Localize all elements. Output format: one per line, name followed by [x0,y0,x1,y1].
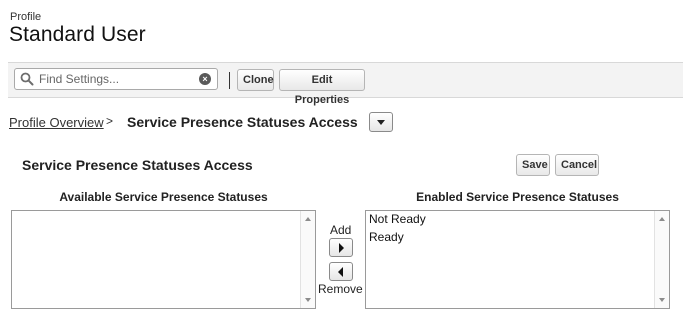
scroll-down-icon[interactable] [305,298,311,302]
toolbar-divider [229,72,230,89]
scrollbar[interactable] [654,211,669,308]
add-label: Add [330,223,352,237]
list-item[interactable]: Not Ready [369,212,426,226]
list-item[interactable]: Ready [369,230,404,244]
search-input[interactable] [39,71,189,87]
available-statuses-list[interactable] [11,210,316,309]
enabled-statuses-label: Enabled Service Presence Statuses [416,190,619,204]
available-statuses-label: Available Service Presence Statuses [59,190,268,204]
cancel-button[interactable]: Cancel [555,154,599,176]
toolbar: × Clone Edit Properties [8,62,683,106]
clone-button[interactable]: Clone [237,69,274,91]
breadcrumb-current: Service Presence Statuses Access [127,114,358,130]
scroll-down-icon[interactable] [659,298,665,302]
remove-button[interactable] [329,262,353,281]
breadcrumb-separator: > [106,114,114,128]
breadcrumb-dropdown-button[interactable] [369,112,393,132]
save-button[interactable]: Save [516,154,550,176]
profile-label: Profile [10,11,42,23]
page-title: Standard User [9,23,146,46]
chevron-down-icon [377,120,385,125]
search-icon [20,72,34,86]
breadcrumb-link-profile-overview[interactable]: Profile Overview [9,115,104,130]
section-title: Service Presence Statuses Access [22,157,253,173]
add-button[interactable] [329,238,353,257]
edit-properties-button[interactable]: Edit Properties [279,69,365,106]
enabled-statuses-list[interactable]: Not Ready Ready [365,210,670,309]
remove-label: Remove [318,282,363,296]
close-icon[interactable]: × [199,73,211,85]
arrow-right-icon [339,243,344,253]
scrollbar[interactable] [300,211,315,308]
search-box[interactable]: × [14,68,218,90]
scroll-up-icon[interactable] [305,217,311,221]
arrow-left-icon [338,267,343,277]
scroll-up-icon[interactable] [659,217,665,221]
